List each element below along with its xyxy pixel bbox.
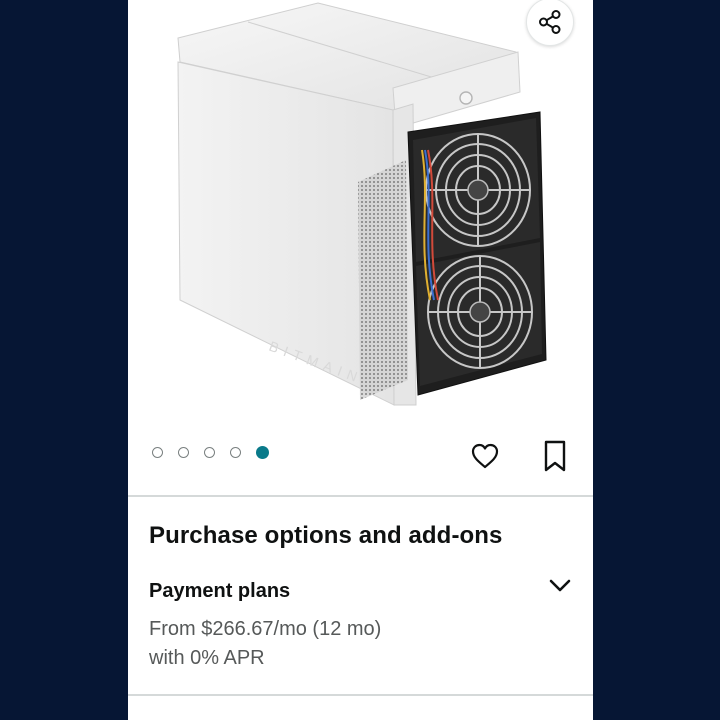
- carousel-dot[interactable]: [178, 447, 189, 458]
- bookmark-icon: [544, 440, 566, 472]
- save-button[interactable]: [540, 438, 570, 474]
- payment-plans-expand-button[interactable]: [546, 574, 574, 598]
- payment-plans-label[interactable]: Payment plans: [149, 580, 290, 603]
- antminer-product-photo: BITMAIN: [177, 2, 547, 406]
- section-title: Purchase options and add-ons: [149, 522, 503, 549]
- carousel-dot[interactable]: [204, 447, 215, 458]
- payment-plan-apr: with 0% APR: [149, 647, 265, 669]
- carousel-dot[interactable]: [230, 447, 241, 458]
- chevron-down-icon: [549, 579, 571, 592]
- wishlist-button[interactable]: [469, 440, 501, 472]
- product-panel: BITMAIN Purchase options and add-ons Pay…: [128, 0, 593, 720]
- product-image[interactable]: BITMAIN: [168, 0, 558, 410]
- carousel-dot[interactable]: [152, 447, 163, 458]
- carousel-dot-active[interactable]: [256, 446, 269, 459]
- heart-icon: [471, 443, 499, 469]
- section-divider: [128, 495, 593, 497]
- share-icon: [539, 10, 561, 34]
- share-button[interactable]: [526, 0, 574, 46]
- section-divider: [128, 694, 593, 696]
- image-carousel-dots: [152, 446, 269, 459]
- payment-plan-price: From $266.67/mo (12 mo): [149, 618, 382, 640]
